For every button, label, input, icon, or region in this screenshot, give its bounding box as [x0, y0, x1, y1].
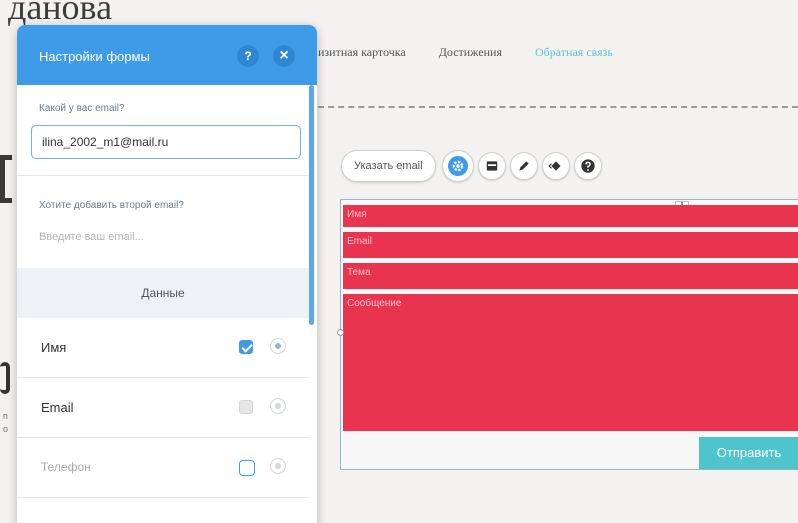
data-row-name: Имя — [17, 318, 309, 378]
edge-digit-decoration — [0, 362, 10, 394]
resize-handle[interactable] — [337, 329, 344, 336]
submit-button[interactable]: Отправить — [699, 437, 798, 469]
form-field-subject[interactable]: Тема — [343, 263, 798, 289]
divider — [17, 175, 309, 176]
layout-icon — [486, 161, 497, 171]
help-icon — [580, 159, 595, 173]
nav-item-card[interactable]: изитная карточка — [318, 45, 406, 60]
checkbox-name[interactable] — [239, 340, 253, 354]
required-toggle-name[interactable] — [270, 338, 286, 354]
row-label: Имя — [41, 340, 67, 355]
design-button[interactable] — [509, 152, 538, 180]
required-toggle-phone[interactable] — [270, 458, 286, 474]
required-toggle-email — [270, 398, 286, 414]
gear-icon — [452, 160, 463, 172]
email-input[interactable] — [31, 125, 301, 159]
layout-button[interactable] — [477, 152, 506, 180]
nav-item-feedback[interactable]: Обратная связь — [535, 45, 613, 60]
animation-button[interactable] — [541, 152, 570, 180]
nav-item-achievements[interactable]: Достижения — [439, 45, 502, 60]
second-email-label: Хотите добавить второй email? — [39, 200, 184, 211]
row-label: Телефон — [41, 460, 91, 474]
section-header-data: Данные — [17, 268, 309, 318]
row-label: Email — [41, 400, 74, 415]
form-field-email[interactable]: Email — [343, 232, 798, 258]
edge-text: п о — [3, 410, 8, 436]
site-nav: изитная карточка Достижения Обратная свя… — [318, 45, 646, 60]
checkbox-email — [239, 400, 253, 414]
site-title: данова — [8, 0, 113, 27]
data-row-email: Email — [17, 378, 309, 438]
help-button[interactable]: ? — [237, 45, 259, 67]
second-email-input[interactable]: Введите ваш email... — [39, 231, 144, 243]
panel-header: Настройки формы ? × — [17, 25, 317, 85]
form-settings-panel: Настройки формы ? × Какой у вас email? Х… — [17, 25, 317, 523]
widget-toolbar: Указать email — [341, 150, 602, 182]
pen-icon — [518, 161, 529, 171]
set-email-button[interactable]: Указать email — [341, 150, 436, 182]
edge-text-line: о — [3, 424, 9, 434]
help-button[interactable] — [573, 152, 602, 180]
settings-button[interactable] — [441, 150, 474, 182]
edge-text-line: п — [3, 411, 8, 421]
animation-icon — [547, 161, 561, 171]
panel-title: Настройки формы — [39, 49, 150, 64]
data-row-phone: Телефон — [17, 438, 309, 498]
form-field-message[interactable]: Сообщение — [343, 294, 798, 431]
edge-bracket-decoration — [0, 155, 12, 203]
contact-form-widget[interactable]: Имя Email Тема Сообщение Отправить — [337, 199, 798, 470]
close-icon: × — [279, 47, 289, 64]
form-field-name[interactable]: Имя — [343, 205, 798, 227]
section-divider — [318, 106, 798, 108]
help-icon: ? — [244, 49, 252, 63]
checkbox-phone[interactable] — [239, 460, 255, 476]
close-button[interactable]: × — [273, 45, 295, 67]
email-question-label: Какой у вас email? — [39, 103, 125, 114]
panel-scrollbar[interactable] — [309, 85, 314, 325]
